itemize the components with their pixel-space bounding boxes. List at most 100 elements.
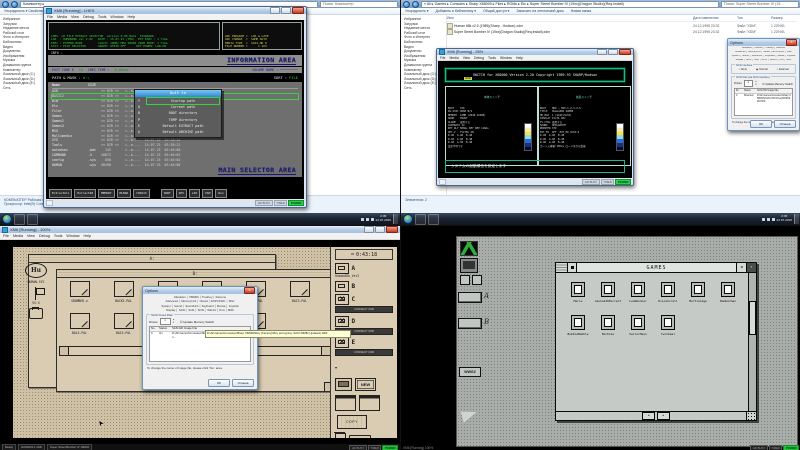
menu-item[interactable]: Tools	[488, 56, 496, 60]
maximize-button[interactable]	[281, 7, 291, 14]
show-desktop-button[interactable]	[794, 214, 799, 224]
function-button[interactable]: SORT	[161, 189, 174, 198]
tray-icon[interactable]	[371, 218, 374, 221]
file-icon-item[interactable]: BA15.PAL	[106, 313, 141, 335]
cancel-button[interactable]: Отмена	[232, 379, 254, 387]
minimize-button[interactable]	[364, 226, 374, 233]
column-type[interactable]: Тип	[737, 16, 771, 21]
monitor-icon[interactable]	[335, 378, 352, 391]
radio-option[interactable]: ◉ Internal	[756, 68, 768, 71]
dialog-titlebar[interactable]: Options ✕	[728, 39, 799, 46]
fullsize-icon[interactable]: ▪	[747, 263, 756, 272]
scsi-image-row[interactable]: 0 Mounted D:\All Games\Consoles\Sharp X6…	[735, 94, 792, 104]
function-button[interactable]: SPX	[176, 189, 187, 198]
menu-item[interactable]: View	[463, 56, 470, 60]
menu-item[interactable]: File	[3, 234, 9, 238]
maximize-button[interactable]	[608, 49, 618, 56]
tool-icon[interactable]	[460, 275, 470, 285]
show-desktop-button[interactable]	[393, 214, 398, 224]
back-button[interactable]	[2, 1, 9, 8]
drive-a-icon[interactable]	[458, 292, 482, 303]
radio-option[interactable]: ○ None	[739, 68, 748, 71]
game-icon-item[interactable]: Marbles	[595, 315, 621, 336]
scroll-left-button[interactable]: ◂	[642, 412, 655, 420]
taskbar-clock[interactable]: 2:45 23.07.2015	[376, 215, 391, 222]
quit-menu-item[interactable]: ADefault ARCHIVE path	[137, 129, 219, 135]
scsi-image-list[interactable]: ID Status SCSI HD Image File 0 Mounted D…	[734, 88, 793, 116]
game-icon-item[interactable]: LodeRunner	[625, 282, 651, 303]
taskbar-app-explorer[interactable]	[415, 214, 426, 225]
address-input[interactable]: « All ▸ Games ▸ Consoles ▸ Sharp X68000 …	[421, 1, 719, 8]
scroll-up-icon[interactable]: ◂	[737, 263, 747, 272]
window-frame-icon[interactable]	[359, 395, 380, 411]
tab-row-4[interactable]: Display │ SASI │ SxSI │ SCSI │ Windrv │ …	[730, 59, 797, 63]
tray-icon[interactable]	[772, 218, 775, 221]
tab-row-2[interactable]: Advanced │ MercuryUnit │ Nereid │ EXPC23…	[145, 299, 255, 303]
file-icon-item[interactable]: BA13.PAL	[282, 281, 317, 303]
column-size[interactable]: Размер	[771, 16, 797, 21]
file-icon-item[interactable]: SBOMBER.x	[62, 281, 97, 303]
function-button[interactable]: Run	[215, 189, 226, 198]
drive-b-icon[interactable]	[458, 318, 482, 329]
scroll-thumb[interactable]	[749, 301, 756, 335]
minimize-button[interactable]	[270, 7, 280, 14]
connect-usb-button[interactable]: CONNECT USB	[335, 306, 393, 313]
menu-item[interactable]: Media	[13, 234, 23, 238]
options-dialog-scsi[interactable]: Options ✕ Alteration │ X68000 │ TrueKey …	[727, 38, 800, 131]
floppy-slot-a[interactable]: A	[335, 263, 397, 274]
scroll-left-button[interactable]	[60, 347, 69, 355]
back-button[interactable]	[403, 1, 410, 8]
usb-drive-slot[interactable]: C CONNECT USB	[331, 294, 397, 313]
window-title[interactable]: A:	[29, 255, 275, 263]
close-button[interactable]	[386, 226, 398, 233]
close-icon[interactable]: ✕	[786, 39, 797, 46]
close-button[interactable]	[619, 49, 631, 56]
menu-item[interactable]: Window	[66, 234, 79, 238]
taskbar-app-xm6[interactable]	[428, 214, 439, 225]
menu-item[interactable]: File	[47, 15, 53, 19]
game-icon-item[interactable]: MartialAge	[685, 282, 711, 303]
search-input[interactable]: Поиск: Super Street Bomber IV (19…	[721, 1, 799, 8]
update-memory-checkbox[interactable]: ☑ Update Memory Switch	[180, 320, 215, 324]
floppy-slot-b[interactable]: B	[335, 281, 397, 292]
tab-row-1[interactable]: Alteration │ X68000 │ TrueKey │ Resume	[145, 295, 255, 299]
update-memory-checkbox[interactable]: ☑ Update Memory Switch	[762, 82, 793, 86]
window-title[interactable]: GAMES	[577, 263, 737, 272]
tab-row-1[interactable]: Alteration │ X68000 │ TrueKey │ Resume	[730, 47, 797, 51]
function-button[interactable]: ExtractAll	[49, 189, 72, 198]
tray-icon[interactable]	[762, 218, 765, 221]
game-icon-item[interactable]: Asuka120Percent	[595, 282, 621, 303]
menu-item[interactable]: Media	[57, 15, 67, 19]
side-button[interactable]: WWGZ	[459, 367, 481, 377]
game-icon-item[interactable]: BubbleBobble	[565, 315, 591, 336]
menu-item[interactable]: File	[440, 56, 445, 60]
start-button[interactable]	[2, 214, 12, 224]
menu-item[interactable]: Help	[128, 15, 136, 19]
game-icon-item[interactable]: DiscoScroll	[655, 282, 681, 303]
close-icon[interactable]: ✕	[244, 287, 255, 294]
copy-tool[interactable]: COPY	[337, 415, 367, 429]
vertical-scrollbar[interactable]	[748, 273, 756, 413]
game-icon-item[interactable]: Twinbee?	[655, 315, 681, 336]
window-frame-icon[interactable]	[335, 395, 356, 411]
tab-row-2[interactable]: Advanced │ MercuryUnit │ Nereid │ EXPC23…	[730, 51, 797, 55]
trash-icon[interactable]	[335, 433, 346, 438]
oilcan-icon-item[interactable]	[19, 308, 54, 319]
spinner-arrows-icon[interactable]: ▲▼	[755, 81, 757, 85]
column-name[interactable]: Имя	[447, 16, 693, 21]
sidebar-item[interactable]: Сеть	[3, 86, 45, 91]
function-button[interactable]: MEMORY	[98, 189, 114, 198]
menu-item[interactable]: Help	[84, 234, 92, 238]
function-button[interactable]: LZX	[189, 189, 200, 198]
human-sys-icon-item[interactable]: Hu HUMAN.SYS	[19, 263, 54, 284]
tool-icon[interactable]	[472, 275, 482, 285]
radio-option[interactable]: ○ External	[777, 68, 789, 71]
tab-row-3[interactable]: System │ Sound │ SoundUnit │ Keyboard │ …	[145, 304, 255, 308]
menu-item[interactable]: View	[27, 234, 35, 238]
window-menu-button[interactable]	[556, 263, 568, 272]
toolbar-button[interactable]: Общий доступ ▾	[483, 8, 509, 14]
menu-item[interactable]: Media	[449, 56, 458, 60]
xm6-titlebar[interactable]: XM6 [Running] - LHES	[44, 7, 306, 14]
xm6-titlebar[interactable]: XM6 [Running] - 100%	[0, 226, 400, 233]
case-icon[interactable]	[349, 435, 371, 438]
